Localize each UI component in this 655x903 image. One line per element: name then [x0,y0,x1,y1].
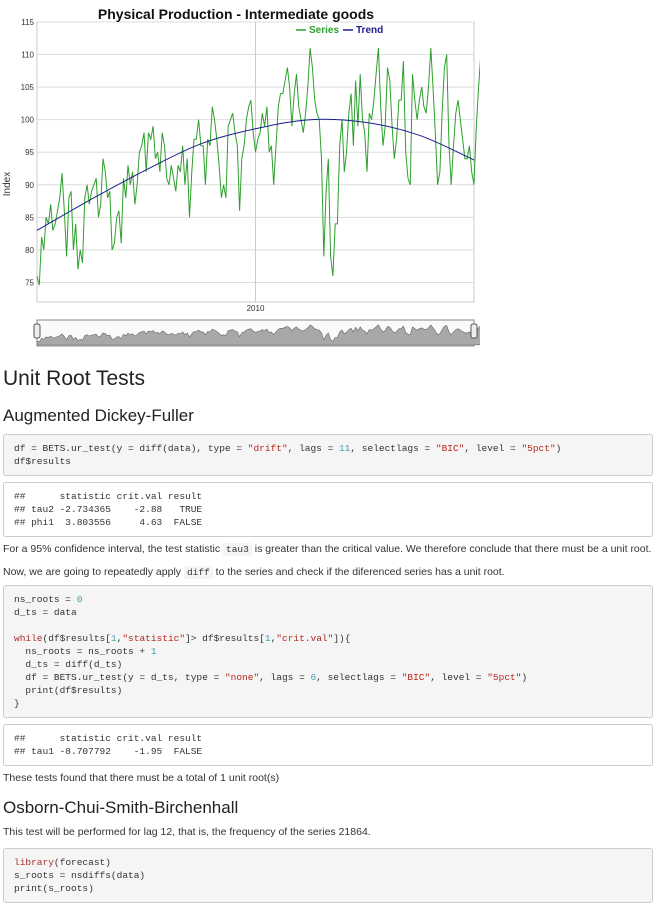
code-block-adf: df = BETS.ur_test(y = diff(data), type =… [3,434,653,476]
x-tick-label: 2010 [247,304,265,313]
output-block-adf: ## statistic crit.val result ## tau2 -2.… [3,482,653,537]
legend-trend-label: Trend [356,25,383,36]
paragraph-total-roots: These tests found that there must be a t… [3,772,280,784]
y-tick-label: 85 [25,213,34,222]
y-tick-label: 75 [25,278,34,287]
y-tick-label: 80 [25,246,34,255]
inline-code-tau3: tau3 [223,543,252,556]
code-block-nsdiffs: library(forecast) s_roots = nsdiffs(data… [3,848,653,903]
chart-title: Physical Production - Intermediate goods [98,6,374,22]
y-axis-label: Index [2,172,13,196]
range-selector[interactable] [33,319,480,347]
output-block-loop: ## statistic crit.val result ## tau1 -8.… [3,724,653,766]
code-block-loop: ns_roots = 0 d_ts = data while(df$result… [3,585,653,718]
adf-heading: Augmented Dickey-Fuller [3,406,194,425]
range-handle-right[interactable] [470,323,478,339]
paragraph-diff: Now, we are going to repeatedly apply di… [3,566,505,579]
y-tick-label: 95 [25,148,34,157]
y-tick-label: 105 [21,83,35,92]
chart-svg: 75 80 85 90 95 100 105 110 115 2010 Physical Pro… [2,6,480,347]
unit-root-tests-heading: Unit Root Tests [3,367,146,390]
y-tick-label: 110 [21,51,34,60]
paragraph-conclusion: For a 95% confidence interval, the test … [3,543,652,556]
paragraph-lag: This test will be performed for lag 12, … [3,826,371,838]
y-tick-label: 90 [25,181,34,190]
range-handle-left[interactable] [33,323,41,339]
y-tick-label: 115 [21,18,34,27]
y-tick-label: 100 [21,116,35,125]
legend-series-label: Series [309,25,339,36]
production-chart: 75 80 85 90 95 100 105 110 115 2010 Physical Pro… [0,0,480,350]
ocsb-heading: Osborn-Chui-Smith-Birchenhall [3,798,239,817]
inline-code-diff: diff [183,566,213,579]
